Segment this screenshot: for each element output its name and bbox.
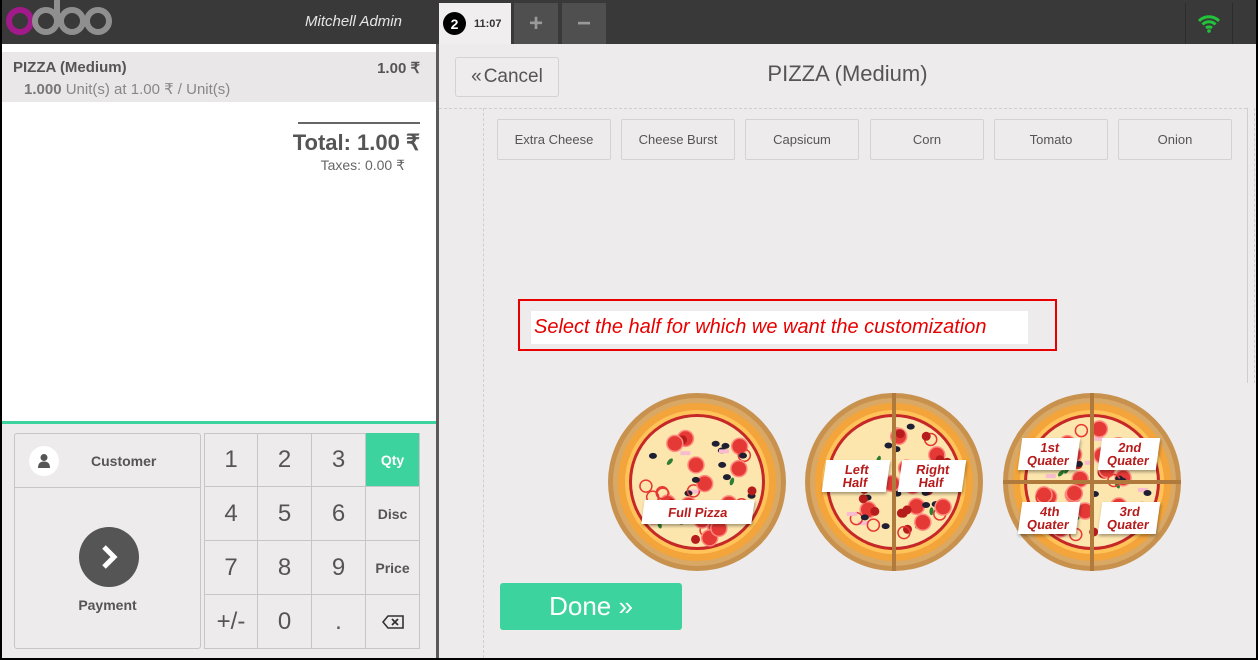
mode-price-button[interactable]: Price	[366, 541, 420, 595]
numpad-key-dot[interactable]: .	[312, 595, 366, 649]
numpad-key-7[interactable]: 7	[204, 541, 258, 595]
order-taxes: Taxes: 0.00 ₹	[320, 157, 405, 173]
topping-cheese-burst[interactable]: Cheese Burst	[621, 119, 735, 160]
pizza-full-icon	[608, 393, 786, 571]
numpad-key-2[interactable]: 2	[258, 433, 312, 487]
numpad-key-4[interactable]: 4	[204, 487, 258, 541]
order-panel: PIZZA (Medium) 1.00 ₹ 1.000 Unit(s) at 1…	[2, 44, 436, 658]
product-title: PIZZA (Medium)	[767, 61, 928, 86]
third-quarter-button[interactable]: 3rd Quater	[1097, 502, 1161, 534]
numpad-key-1[interactable]: 1	[204, 433, 258, 487]
order-time: 11:07	[474, 17, 502, 30]
divider	[483, 108, 484, 658]
order-number: 2	[443, 12, 466, 35]
done-button[interactable]: Done »	[500, 583, 682, 630]
actionpad: Customer Payment	[14, 433, 201, 649]
chevron-right-icon	[79, 527, 139, 587]
numpad-key-9[interactable]: 9	[312, 541, 366, 595]
numpad-key-8[interactable]: 8	[258, 541, 312, 595]
plus-icon: +	[528, 9, 543, 37]
topping-corn[interactable]: Corn	[870, 119, 984, 160]
left-half-button[interactable]: Left Half	[821, 460, 891, 492]
full-pizza-option[interactable]: Full Pizza	[607, 392, 787, 572]
numpad: 1 2 3 Qty 4 5 6 Disc 7 8 9 Price +/- 0 .	[204, 433, 420, 649]
pizza-quarters-icon	[1003, 393, 1181, 571]
order-line-unit-info: Unit(s) at 1.00 ₹ / Unit(s)	[65, 81, 231, 98]
mode-qty-button[interactable]: Qty	[366, 433, 420, 487]
second-quarter-button[interactable]: 2nd Quater	[1097, 438, 1161, 470]
pos-window: Mitchell Admin 2 11:07 + − PIZZA (Medium…	[2, 0, 1256, 658]
hint-box: Select the half for which we want the cu…	[518, 299, 1057, 351]
scrollbar[interactable]	[1247, 108, 1255, 383]
order-line[interactable]: PIZZA (Medium) 1.00 ₹ 1.000 Unit(s) at 1…	[2, 52, 436, 102]
add-order-button[interactable]: +	[514, 3, 558, 44]
order-line-qty: 1.000	[24, 81, 62, 98]
numpad-key-sign[interactable]: +/-	[204, 595, 258, 649]
numpad-key-6[interactable]: 6	[312, 487, 366, 541]
mode-disc-button[interactable]: Disc	[366, 487, 420, 541]
topping-tomato[interactable]: Tomato	[994, 119, 1108, 160]
topping-onion[interactable]: Onion	[1118, 119, 1232, 160]
full-pizza-label: Full Pizza	[641, 500, 755, 524]
user-icon	[29, 445, 59, 476]
numpad-key-5[interactable]: 5	[258, 487, 312, 541]
quarter-pizza-option[interactable]: 1st Quater 2nd Quater 4th Quater 3rd Qua…	[1002, 392, 1182, 572]
remove-order-button[interactable]: −	[562, 3, 606, 44]
hint-text: Select the half for which we want the cu…	[534, 316, 987, 338]
user-name[interactable]: Mitchell Admin	[305, 13, 402, 30]
order-line-info: 1.000 Unit(s) at 1.00 ₹ / Unit(s)	[24, 80, 230, 98]
odoo-logo	[6, 0, 112, 38]
backspace-button[interactable]	[366, 595, 420, 649]
total-divider	[298, 122, 420, 124]
fourth-quarter-button[interactable]: 4th Quater	[1017, 502, 1081, 534]
order-line-price: 1.00 ₹	[377, 60, 420, 77]
control-pad: Customer Payment 1 2 3 Qty 4 5 6 Disc 7	[2, 421, 436, 658]
pos-header: Mitchell Admin 2 11:07 + −	[2, 0, 1256, 44]
numpad-key-3[interactable]: 3	[312, 433, 366, 487]
numpad-key-0[interactable]: 0	[258, 595, 312, 649]
half-pizza-option[interactable]: Left Half Right Half	[804, 392, 984, 572]
order-tab[interactable]: 2 11:07	[439, 3, 511, 44]
topping-capsicum[interactable]: Capsicum	[745, 119, 859, 160]
wifi-icon	[1198, 14, 1220, 33]
payment-label: Payment	[78, 597, 137, 613]
order-total: Total: 1.00 ₹	[292, 130, 420, 155]
divider	[439, 108, 1247, 109]
connection-status[interactable]	[1185, 3, 1233, 44]
backspace-icon	[381, 614, 404, 629]
customer-label: Customer	[91, 452, 157, 469]
order-line-name: PIZZA (Medium)	[13, 59, 127, 76]
right-half-button[interactable]: Right Half	[897, 460, 967, 492]
customer-button[interactable]: Customer	[15, 434, 200, 488]
customization-screen: « Cancel PIZZA (Medium) Extra Cheese Che…	[439, 44, 1256, 658]
first-quarter-button[interactable]: 1st Quater	[1017, 438, 1081, 470]
payment-button[interactable]: Payment	[15, 489, 200, 649]
minus-icon: −	[576, 9, 591, 37]
topping-extra-cheese[interactable]: Extra Cheese	[497, 119, 611, 160]
